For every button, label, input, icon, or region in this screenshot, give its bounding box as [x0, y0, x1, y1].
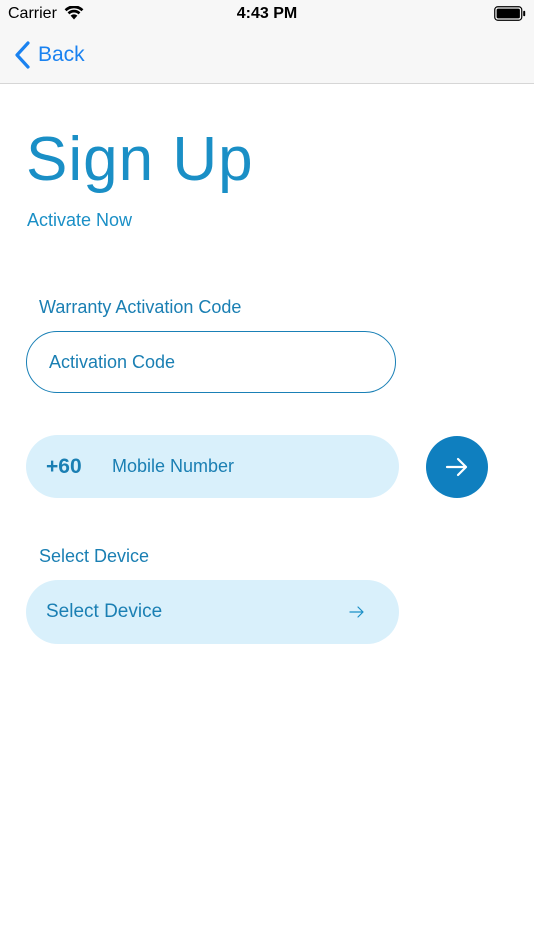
mobile-number-input[interactable] [110, 455, 374, 478]
arrow-right-icon [349, 606, 364, 618]
country-code[interactable]: +60 [46, 455, 110, 479]
page-title: Sign Up [26, 125, 254, 194]
status-bar: Carrier 4:43 PM [0, 0, 534, 28]
submit-mobile-button[interactable] [426, 436, 488, 498]
back-button[interactable]: Back [14, 40, 85, 70]
battery-icon [494, 6, 526, 21]
mobile-number-field[interactable]: +60 [26, 435, 399, 498]
activation-code-label: Warranty Activation Code [39, 297, 242, 317]
select-device-placeholder: Select Device [46, 601, 163, 622]
select-device-button[interactable]: Select Device [26, 580, 399, 644]
status-time: 4:43 PM [236, 5, 298, 22]
back-label: Back [38, 43, 85, 66]
activation-code-input[interactable] [26, 331, 396, 393]
select-device-label: Select Device [39, 546, 150, 566]
page-subtitle: Activate Now [27, 210, 133, 230]
arrow-right-icon [445, 457, 468, 477]
chevron-left-icon [15, 41, 30, 69]
navigation-bar: Back [0, 28, 534, 84]
